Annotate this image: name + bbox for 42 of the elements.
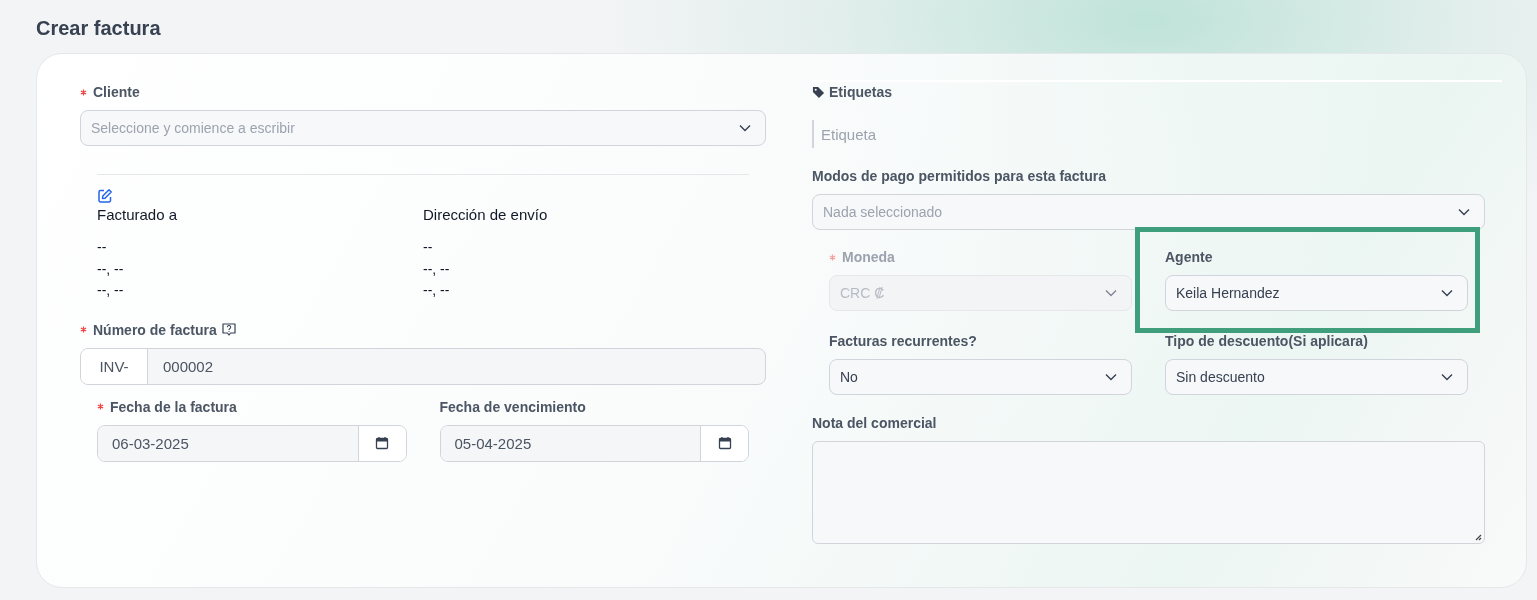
address-line: --, -- xyxy=(423,281,451,300)
edit-icon[interactable] xyxy=(97,188,113,204)
dropdown-select[interactable]: Keila Hernandez xyxy=(1165,275,1468,311)
calendar-button[interactable] xyxy=(358,425,406,461)
dropdown-select[interactable]: No xyxy=(829,359,1132,395)
invoice-prefix: INV- xyxy=(81,348,148,384)
field-label: Cliente xyxy=(93,84,140,100)
tag-icon xyxy=(812,85,825,99)
field-label: Fecha de la factura xyxy=(110,398,237,415)
calendar-icon xyxy=(717,436,732,450)
field-label: Facturas recurrentes? xyxy=(829,333,977,349)
dropdown-select[interactable]: Sin descuento xyxy=(1165,359,1468,395)
invoice-number-field[interactable]: INV- 000002 xyxy=(80,347,766,385)
chevron-icon xyxy=(739,124,751,132)
field-label: Modos de pago permitidos para esta factura xyxy=(812,168,1107,184)
chevron-icon xyxy=(1441,289,1453,297)
chevron-icon xyxy=(1441,373,1453,381)
address-line: -- xyxy=(97,238,108,257)
address-heading: Dirección de envío xyxy=(423,205,549,225)
address-line: -- xyxy=(423,238,434,257)
address-line: --, -- xyxy=(97,281,125,300)
address-line: --, -- xyxy=(97,259,125,279)
resize-grip-icon[interactable] xyxy=(1474,533,1482,541)
address-heading: Facturado a xyxy=(97,205,179,225)
calendar-button[interactable] xyxy=(701,425,748,461)
chevron-icon xyxy=(1458,208,1470,216)
field-label: Tipo de descuento(Si aplicara) xyxy=(1165,333,1368,349)
page-title: Crear factura xyxy=(36,16,162,41)
field-label: Número de factura xyxy=(93,321,217,338)
date-field[interactable]: 05-04-2025 xyxy=(440,425,701,461)
chevron-icon xyxy=(1105,373,1117,381)
field-label: Agente xyxy=(1165,249,1213,265)
field-label: Etiquetas xyxy=(829,84,892,100)
calendar-icon xyxy=(375,436,389,450)
field-label: Moneda xyxy=(842,249,895,265)
address-line: --, -- xyxy=(423,259,451,279)
date-field[interactable]: 06-03-2025 xyxy=(98,425,359,461)
field-label: Nota del comercial xyxy=(812,415,937,431)
chevron-icon xyxy=(1105,289,1117,297)
help-icon[interactable] xyxy=(220,321,237,338)
field-label: Fecha de vencimiento xyxy=(439,398,586,415)
dropdown-select: CRC ₡ xyxy=(829,275,1132,311)
